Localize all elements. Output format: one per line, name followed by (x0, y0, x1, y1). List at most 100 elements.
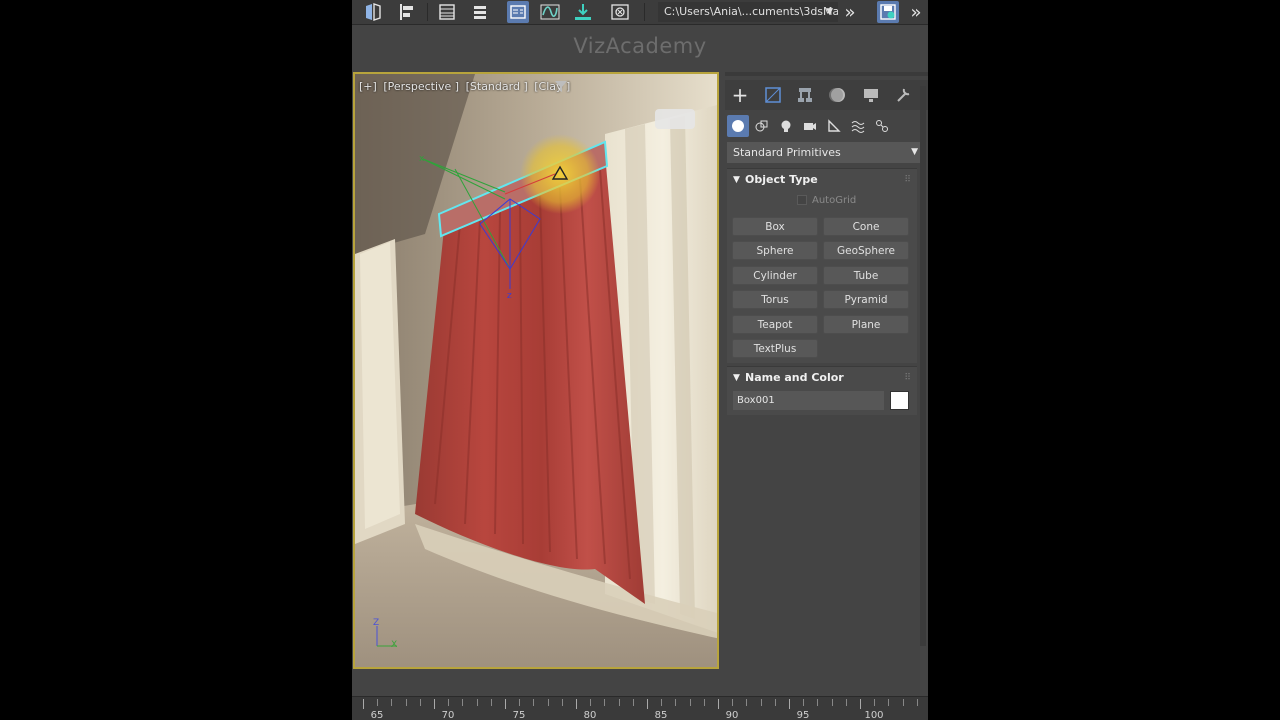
project-path-dropdown[interactable]: C:\Users\Ania\...cuments\3dsMa ▼ (658, 2, 838, 22)
timeline-tick (774, 699, 776, 706)
timeline-label: 75 (512, 710, 526, 720)
object-type-rollout: ▼ Object Type ⠿ AutoGrid Box Cone Sphere… (727, 168, 917, 363)
timeline-label: 90 (725, 710, 739, 720)
sphere-button[interactable]: Sphere (732, 241, 818, 260)
ribbon-area: VizAcademy (352, 25, 928, 70)
torus-button[interactable]: Torus (732, 290, 818, 309)
name-and-color-header[interactable]: ▼ Name and Color ⠿ (727, 367, 917, 389)
chevron-down-icon: ▼ (911, 147, 918, 157)
timeline-tick (632, 699, 634, 706)
primitive-category-value: Standard Primitives (733, 146, 841, 159)
perspective-viewport[interactable]: x z [+] [Perspective ] [Standard ] [Clay… (353, 72, 719, 669)
timeline-tick (561, 699, 563, 706)
shapes-icon[interactable] (751, 115, 773, 137)
timeline-tick (661, 699, 663, 706)
viewport-pov-menu[interactable]: [Perspective ] (383, 80, 459, 93)
timeline-tick (533, 699, 535, 706)
geosphere-button[interactable]: GeoSphere (823, 241, 909, 260)
timeline-tick (647, 699, 648, 709)
viewport-scene: x z (355, 74, 717, 667)
cone-button[interactable]: Cone (823, 217, 909, 236)
motion-tab-icon[interactable] (825, 83, 851, 107)
box-button[interactable]: Box (732, 217, 818, 236)
timeline-tick (831, 699, 833, 706)
space-warps-icon[interactable] (847, 115, 869, 137)
svg-text:x: x (419, 154, 425, 164)
timeline-tick (874, 699, 876, 706)
object-name-field[interactable]: Box001 (733, 391, 884, 410)
create-tab-plus-icon[interactable]: + (727, 83, 753, 107)
systems-icon[interactable] (871, 115, 893, 137)
viewport-plus-menu[interactable]: [+] (359, 80, 377, 93)
timeline-tick (377, 699, 379, 706)
timeline-tick (916, 699, 918, 706)
modify-tab-icon[interactable] (760, 83, 786, 107)
timeline-tick (618, 699, 620, 706)
tube-button[interactable]: Tube (823, 266, 909, 285)
display-tab-icon[interactable] (858, 83, 884, 107)
cameras-icon[interactable] (799, 115, 821, 137)
layer-manager-icon[interactable] (436, 1, 458, 23)
axis-x-label: X (391, 640, 398, 650)
helpers-ruler-icon[interactable] (823, 115, 845, 137)
pyramid-button[interactable]: Pyramid (823, 290, 909, 309)
geometry-sphere-icon[interactable] (727, 115, 749, 137)
timeline-tick (817, 699, 819, 706)
timeline-tick (547, 699, 549, 706)
filter-icon[interactable] (554, 79, 568, 93)
object-type-header[interactable]: ▼ Object Type ⠿ (727, 169, 917, 191)
timeline-tick (363, 699, 364, 709)
teapot-button[interactable]: Teapot (732, 315, 818, 334)
command-panel-tabs: + (725, 80, 928, 110)
textplus-button[interactable]: TextPlus (732, 339, 818, 358)
rollout-grip-icon[interactable]: ⠿ (904, 169, 911, 191)
axis-z-label: Z (373, 618, 380, 628)
lights-bulb-icon[interactable] (775, 115, 797, 137)
utilities-tab-wrench-icon[interactable] (890, 83, 916, 107)
panel-divider (725, 72, 928, 76)
command-panel-scrollbar[interactable] (920, 86, 926, 646)
timeline-label: 80 (583, 710, 597, 720)
timeline-tick (391, 699, 393, 706)
timeline-tick (718, 699, 719, 709)
timeline-tick (902, 699, 904, 706)
object-color-swatch[interactable] (890, 391, 909, 410)
timeline-tick (760, 699, 762, 706)
primitive-category-dropdown[interactable]: Standard Primitives ▼ (727, 142, 924, 163)
timeline-tick (476, 699, 478, 706)
command-panel: + Standard Primitives ▼ ▼ Object Type ⠿ … (725, 72, 928, 670)
viewport-shading-standard[interactable]: [Standard ] (466, 80, 528, 93)
name-and-color-rollout: ▼ Name and Color ⠿ Box001 (727, 366, 917, 415)
timeline-tick (703, 699, 705, 706)
timeline-tick (434, 699, 435, 709)
cylinder-button[interactable]: Cylinder (732, 266, 818, 285)
mirror-icon[interactable] (362, 1, 384, 23)
timeline-tick (604, 699, 606, 706)
curve-editor-icon[interactable] (539, 1, 561, 23)
viewport-label-menu[interactable]: [+] [Perspective ] [Standard ] [Clay ] (359, 80, 573, 93)
more-icon-2[interactable]: » (905, 1, 927, 23)
autogrid-checkbox[interactable]: AutoGrid (797, 195, 856, 206)
hierarchy-tab-icon[interactable] (792, 83, 818, 107)
render-setup-icon[interactable] (572, 1, 594, 23)
plane-button[interactable]: Plane (823, 315, 909, 334)
save-file-icon[interactable] (877, 1, 899, 23)
timeline-tick (689, 699, 691, 706)
collapse-triangle-icon: ▼ (733, 373, 740, 383)
more-icon[interactable]: » (839, 1, 861, 23)
create-categories (725, 112, 928, 140)
material-editor-icon[interactable] (609, 1, 631, 23)
scene-explorer-icon[interactable] (469, 1, 491, 23)
toolbar-separator (427, 3, 428, 21)
align-icon[interactable] (396, 1, 418, 23)
timeline-label: 65 (370, 710, 384, 720)
timeline-tick (675, 699, 677, 706)
timeline-label: 95 (796, 710, 810, 720)
toggle-ribbon-icon[interactable] (507, 1, 529, 23)
rollout-grip-icon[interactable]: ⠿ (904, 367, 911, 389)
name-and-color-title: Name and Color (745, 371, 844, 384)
autogrid-checkbox-box[interactable] (797, 195, 807, 205)
time-slider-track[interactable]: 65 70 75 80 85 90 95 100 (352, 696, 928, 720)
timeline-tick (803, 699, 805, 706)
timeline-tick (789, 699, 790, 709)
